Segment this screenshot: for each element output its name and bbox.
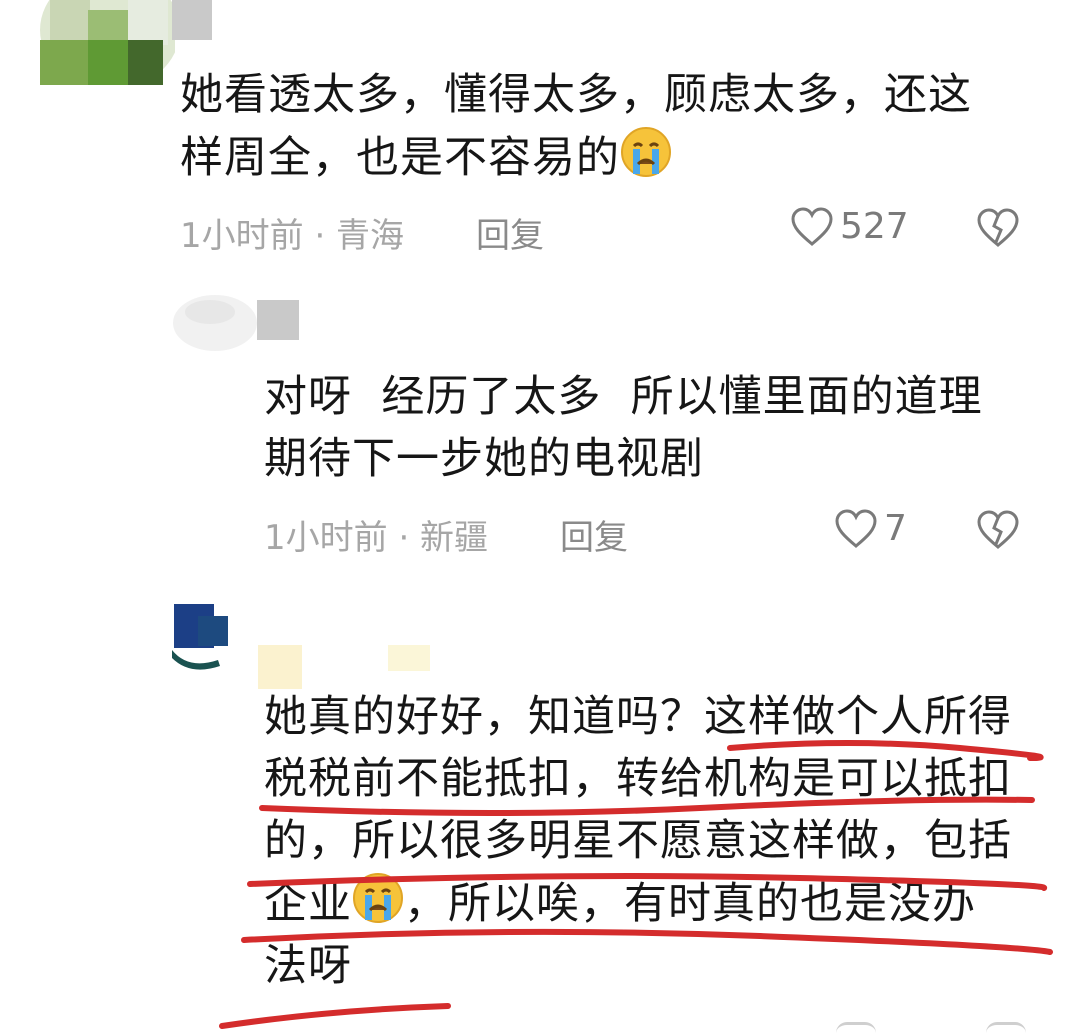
heart-outline-icon	[834, 508, 878, 549]
avatar[interactable]	[168, 600, 240, 672]
crying-face-emoji	[352, 872, 404, 924]
underline-5	[219, 1003, 451, 1029]
comment-text: 她真的好好，知道吗？这样做个人所得 税税前不能抵扣，转给机构是可以抵扣 的，所以…	[264, 692, 1012, 991]
like-button[interactable]: 527	[790, 206, 909, 247]
comment-text: 对呀 经历了太多 所以懂里面的道理 期待下一步她的电视剧	[264, 372, 983, 484]
avatar[interactable]	[40, 0, 175, 85]
broken-heart-outline-icon	[976, 208, 1020, 248]
crying-face-emoji	[620, 126, 672, 178]
username-placeholder[interactable]	[388, 645, 430, 671]
like-count: 527	[840, 206, 909, 247]
reply-button[interactable]: 回复	[476, 208, 544, 257]
reply-button[interactable]: 回复	[560, 510, 628, 559]
username-placeholder[interactable]	[257, 300, 299, 340]
dislike-button[interactable]	[976, 510, 1020, 550]
avatar[interactable]	[170, 292, 260, 354]
username-placeholder[interactable]	[258, 645, 302, 689]
broken-heart-outline-icon	[976, 510, 1020, 550]
comment-text: 她看透太多，懂得太多，顾虑太多，还这 样周全，也是不容易的	[180, 70, 972, 183]
username-placeholder[interactable]	[172, 0, 212, 40]
cutoff-broken-heart-icon	[986, 1022, 1026, 1033]
time-location: 1小时前 · 新疆	[264, 518, 489, 558]
time-location: 1小时前 · 青海	[180, 216, 405, 256]
cutoff-heart-icon	[836, 1022, 876, 1033]
like-button[interactable]: 7	[834, 508, 907, 549]
like-count: 7	[884, 508, 907, 549]
heart-outline-icon	[790, 206, 834, 247]
dislike-button[interactable]	[976, 208, 1020, 248]
